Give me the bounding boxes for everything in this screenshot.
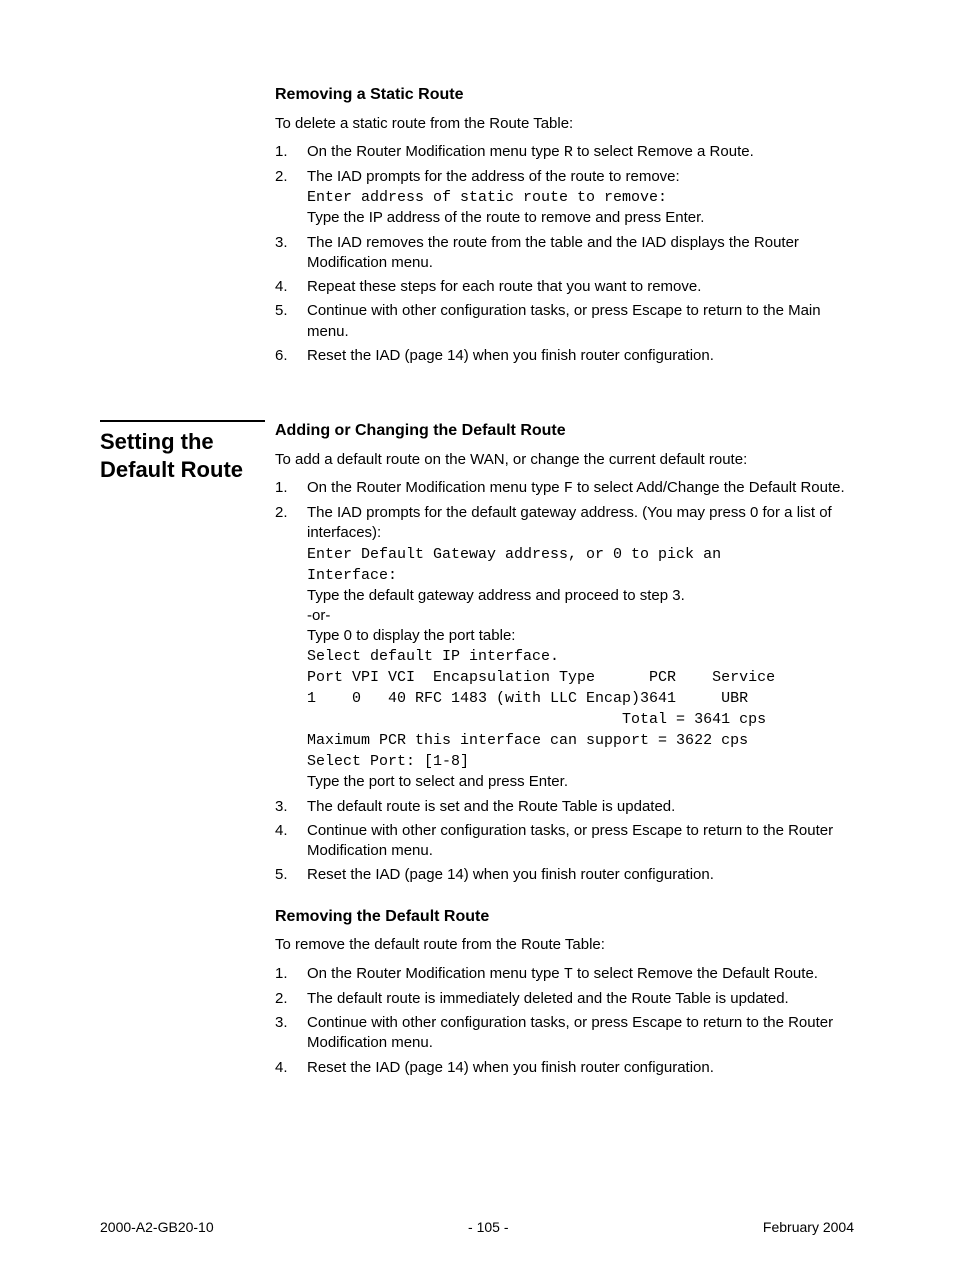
- footer-left: 2000-A2-GB20-10: [100, 1218, 214, 1237]
- list-item: Reset the IAD (page 14) when you finish …: [275, 865, 854, 885]
- list-item: Continue with other configuration tasks,…: [275, 301, 854, 342]
- list-item: The IAD prompts for the default gateway …: [275, 503, 854, 793]
- list-item: Reset the IAD (page 14) when you finish …: [275, 346, 854, 366]
- page-footer: 2000-A2-GB20-10 - 105 - February 2004: [100, 1218, 854, 1237]
- intro-text: To add a default route on the WAN, or ch…: [275, 450, 854, 470]
- list-item: On the Router Modification menu type F t…: [275, 478, 854, 499]
- list-item: On the Router Modification menu type R t…: [275, 142, 854, 163]
- list-item: On the Router Modification menu type T t…: [275, 964, 854, 985]
- list-item: The IAD prompts for the address of the r…: [275, 167, 854, 229]
- section-removing-static-route: Removing a Static Route To delete a stat…: [100, 84, 854, 386]
- footer-center: - 105 -: [468, 1218, 508, 1237]
- heading-adding-changing-default-route: Adding or Changing the Default Route: [275, 420, 854, 442]
- heading-removing-default-route: Removing the Default Route: [275, 906, 854, 928]
- list-item: Reset the IAD (page 14) when you finish …: [275, 1058, 854, 1078]
- list-item: The default route is set and the Route T…: [275, 797, 854, 817]
- side-heading: Setting the Default Route: [100, 420, 265, 483]
- list-item: Repeat these steps for each route that y…: [275, 277, 854, 297]
- intro-text: To delete a static route from the Route …: [275, 114, 854, 134]
- intro-text: To remove the default route from the Rou…: [275, 935, 854, 955]
- heading-removing-static-route: Removing a Static Route: [275, 84, 854, 106]
- steps-list: On the Router Modification menu type F t…: [275, 478, 854, 886]
- footer-right: February 2004: [763, 1218, 854, 1237]
- list-item: Continue with other configuration tasks,…: [275, 1013, 854, 1054]
- list-item: The IAD removes the route from the table…: [275, 233, 854, 274]
- steps-list: On the Router Modification menu type T t…: [275, 964, 854, 1078]
- list-item: Continue with other configuration tasks,…: [275, 821, 854, 862]
- section-setting-default-route: Setting the Default Route Adding or Chan…: [100, 420, 854, 1098]
- steps-list: On the Router Modification menu type R t…: [275, 142, 854, 366]
- list-item: The default route is immediately deleted…: [275, 989, 854, 1009]
